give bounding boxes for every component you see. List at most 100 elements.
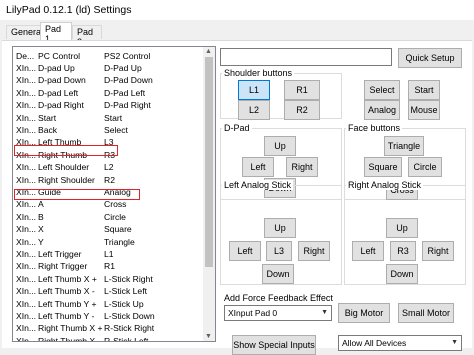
binding-device: XIn... bbox=[16, 63, 36, 73]
force-feedback-label: Add Force Feedback Effect bbox=[224, 293, 333, 303]
binding-device: XIn... bbox=[16, 323, 36, 334]
scrollbar-thumb[interactable] bbox=[205, 57, 213, 267]
start-button[interactable]: Start bbox=[408, 80, 440, 100]
tab-pad-1[interactable]: Pad 1 bbox=[40, 22, 72, 44]
left-stick-down-button[interactable]: Down bbox=[262, 264, 294, 284]
analog-button[interactable]: Analog bbox=[364, 100, 400, 120]
binding-pc-control: Y bbox=[38, 236, 44, 247]
binding-pc-control: D-pad Left bbox=[38, 87, 79, 98]
l1-button[interactable]: L1 bbox=[238, 80, 270, 100]
binding-pc-control: Left Thumb Y - bbox=[38, 311, 95, 321]
big-motor-button[interactable]: Big Motor bbox=[338, 303, 390, 323]
left-stick-right-button[interactable]: Right bbox=[298, 241, 330, 261]
binding-pc-control: Start bbox=[38, 112, 57, 123]
binding-pc-control: Left Shoulder bbox=[38, 162, 90, 173]
right-stick-down-button[interactable]: Down bbox=[386, 264, 418, 284]
binding-text-field[interactable] bbox=[220, 48, 392, 66]
binding-pc-control: Right Shoulder bbox=[38, 174, 95, 185]
mouse-button[interactable]: Mouse bbox=[408, 100, 440, 120]
binding-pc-control: A bbox=[38, 199, 44, 210]
binding-pc-control: Back bbox=[38, 125, 58, 135]
binding-pc-control: Right Thumb X + bbox=[38, 323, 103, 334]
binding-ps2-control: D-Pad Right bbox=[104, 100, 151, 111]
select-button[interactable]: Select bbox=[364, 80, 400, 100]
binding-ps2-control: L2 bbox=[104, 162, 114, 173]
force-feedback-device-value: XInput Pad 0 bbox=[228, 308, 278, 318]
binding-ps2-control: R2 bbox=[104, 174, 115, 185]
binding-device: XIn... bbox=[16, 261, 36, 272]
tab-pad-2[interactable]: Pad 2 bbox=[72, 25, 102, 47]
window-title: LilyPad 0.12.1 (ld) Settings bbox=[6, 4, 132, 16]
l2-button[interactable]: L2 bbox=[238, 100, 270, 120]
left-stick-up-button[interactable]: Up bbox=[264, 218, 296, 238]
binding-device: XIn... bbox=[16, 174, 36, 185]
face-buttons-label: Face buttons bbox=[346, 123, 403, 133]
binding-pc-control: X bbox=[38, 224, 44, 235]
circle-button[interactable]: Circle bbox=[408, 157, 442, 177]
device-filter-select[interactable]: Allow All Devices ▼ bbox=[338, 335, 462, 351]
tab-strip: General Pad 1 Pad 2 bbox=[0, 22, 474, 47]
shoulder-buttons-label: Shoulder buttons bbox=[222, 68, 295, 78]
dpad-up-button[interactable]: Up bbox=[264, 136, 296, 156]
binding-device: XIn... bbox=[16, 236, 36, 247]
binding-pc-control: D-pad Right bbox=[38, 100, 84, 111]
binding-ps2-control: Square bbox=[104, 224, 132, 235]
square-button[interactable]: Square bbox=[364, 157, 402, 177]
binding-ps2-control: D-Pad Up bbox=[104, 63, 142, 73]
binding-ps2-control: L-Stick Right bbox=[104, 273, 153, 284]
quick-setup-button[interactable]: Quick Setup bbox=[398, 48, 462, 68]
force-feedback-device-select[interactable]: XInput Pad 0 ▼ bbox=[224, 305, 332, 321]
right-analog-stick-label: Right Analog Stick bbox=[346, 180, 424, 190]
binding-device: XIn... bbox=[16, 162, 36, 173]
binding-device: XIn... bbox=[16, 75, 36, 86]
binding-device: XIn... bbox=[16, 273, 36, 284]
binding-device: XIn... bbox=[16, 311, 36, 321]
binding-ps2-control: L-Stick Up bbox=[104, 298, 144, 309]
column-header-pc-control[interactable]: PC Control bbox=[38, 50, 80, 62]
left-stick-left-button[interactable]: Left bbox=[229, 241, 261, 261]
r3-button[interactable]: R3 bbox=[390, 241, 416, 261]
chevron-down-icon: ▼ bbox=[451, 339, 458, 346]
small-motor-button[interactable]: Small Motor bbox=[398, 303, 454, 323]
right-stick-up-button[interactable]: Up bbox=[386, 218, 418, 238]
dpad-left-button[interactable]: Left bbox=[242, 157, 274, 177]
scroll-down-arrow-icon[interactable]: ▼ bbox=[205, 333, 212, 340]
binding-ps2-control: R-Stick Right bbox=[104, 323, 155, 334]
column-header-device[interactable]: De... bbox=[16, 50, 36, 62]
dpad-right-button[interactable]: Right bbox=[286, 157, 318, 177]
binding-ps2-control: Cross bbox=[104, 199, 127, 210]
binding-device: XIn... bbox=[16, 298, 36, 309]
binding-ps2-control: R-Stick Left bbox=[104, 335, 149, 342]
scroll-up-arrow-icon[interactable]: ▲ bbox=[205, 48, 212, 55]
binding-pc-control: Right Thumb X - bbox=[38, 335, 101, 342]
binding-device: XIn... bbox=[16, 286, 36, 297]
binding-device: XIn... bbox=[16, 87, 36, 98]
r2-button[interactable]: R2 bbox=[284, 100, 320, 120]
binding-ps2-control: Circle bbox=[104, 211, 126, 222]
chevron-down-icon: ▼ bbox=[321, 309, 328, 316]
binding-pc-control: Right Trigger bbox=[38, 261, 88, 272]
binding-ps2-control: L1 bbox=[104, 249, 114, 259]
highlight-left-trigger bbox=[14, 189, 140, 200]
highlight-left-shoulder bbox=[14, 145, 118, 156]
r1-button[interactable]: R1 bbox=[284, 80, 320, 100]
dpad-label: D-Pad bbox=[222, 123, 252, 133]
show-special-inputs-button[interactable]: Show Special Inputs bbox=[232, 335, 316, 355]
binding-ps2-control: Start bbox=[104, 112, 123, 123]
triangle-button[interactable]: Triangle bbox=[384, 136, 424, 156]
binding-device: XIn... bbox=[16, 249, 36, 259]
right-stick-right-button[interactable]: Right bbox=[422, 241, 454, 261]
column-header-ps2-control[interactable]: PS2 Control bbox=[104, 50, 150, 62]
binding-pc-control: Left Thumb X - bbox=[38, 286, 95, 297]
l3-button[interactable]: L3 bbox=[266, 241, 292, 261]
binding-ps2-control: Select bbox=[104, 125, 128, 135]
binding-device: XIn... bbox=[16, 335, 36, 342]
binding-pc-control: Left Thumb Y + bbox=[38, 298, 97, 309]
list-scrollbar[interactable]: ▲ ▼ bbox=[203, 47, 215, 341]
binding-ps2-control: R1 bbox=[104, 261, 115, 272]
binding-pc-control: B bbox=[38, 211, 44, 222]
tab-general[interactable]: General bbox=[6, 25, 43, 39]
binding-device: XIn... bbox=[16, 199, 36, 210]
binding-ps2-control: L-Stick Down bbox=[104, 311, 155, 321]
right-stick-left-button[interactable]: Left bbox=[352, 241, 384, 261]
